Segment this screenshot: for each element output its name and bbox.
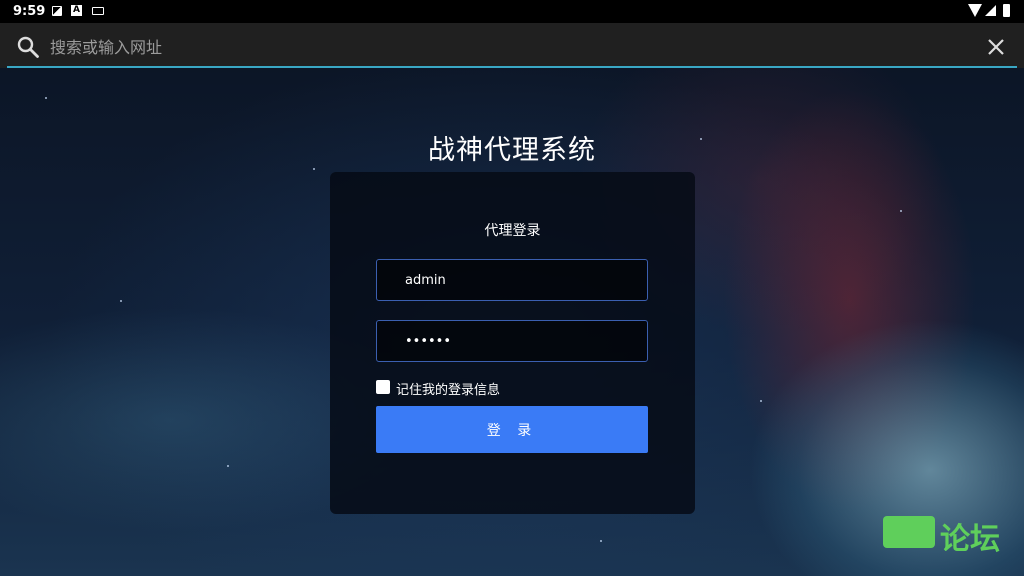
remember-me-checkbox[interactable] [376,380,390,394]
login-heading: 代理登录 [484,223,541,239]
remember-me-label[interactable]: 记住我的登录信息 [396,379,500,398]
status-bar: 9:59 A [0,0,1024,23]
login-button[interactable]: 登 录 [376,406,648,453]
close-icon[interactable] [986,37,1006,57]
watermark-logo: 论坛 [880,512,1010,557]
a-notification-icon: A [71,5,82,16]
wifi-icon [968,4,982,17]
search-input[interactable] [48,33,952,61]
status-time: 9:59 [13,4,46,19]
keyboard-notification-icon [92,7,104,15]
browser-search-bar [0,23,1024,68]
password-field[interactable] [376,320,648,362]
photo-notification-icon [52,6,62,16]
login-card: 代理登录 记住我的登录信息 登 录 [330,172,695,514]
watermark-badge-icon [883,516,935,548]
search-bar-underline [7,66,1017,68]
battery-icon [1003,4,1010,17]
page-title: 战神代理系统 [428,135,596,166]
search-icon[interactable] [16,35,40,59]
signal-icon [985,5,996,16]
username-field[interactable] [376,259,648,301]
watermark-text: 论坛 [940,522,1000,557]
